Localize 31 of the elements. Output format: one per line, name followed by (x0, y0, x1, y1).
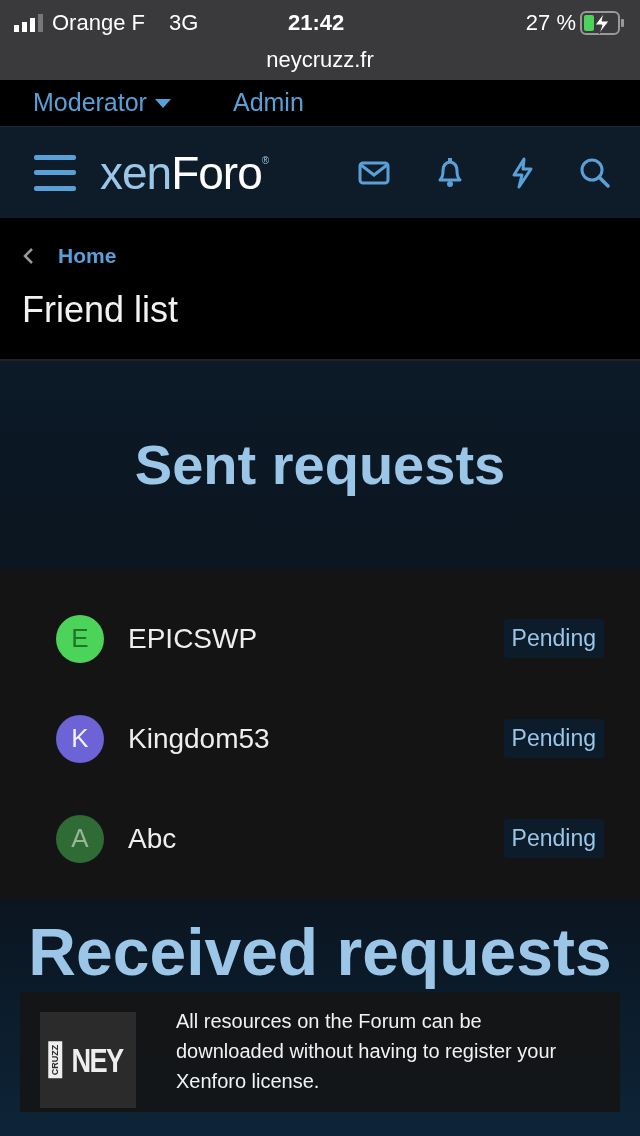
status-label: Pending (503, 819, 604, 858)
brand-logo: CRUZZ NEY (40, 1012, 136, 1108)
envelope-icon[interactable] (358, 160, 390, 185)
username-link[interactable]: Abc (128, 817, 177, 860)
status-label: Pending (503, 719, 604, 758)
site-logo[interactable]: xenForo® (100, 149, 269, 196)
carrier-name: Orange F (52, 9, 145, 37)
search-icon[interactable] (580, 157, 610, 188)
breadcrumb-link[interactable]: Home (58, 240, 117, 272)
section-heading: Received requests (27, 913, 613, 991)
caret-icon[interactable] (154, 98, 171, 108)
nav-link[interactable]: Admin (232, 84, 304, 122)
status-label: Pending (503, 619, 604, 658)
section-heading: Sent requests (134, 432, 506, 499)
avatar: K (56, 714, 104, 763)
menu-icon[interactable] (34, 154, 76, 191)
bell-icon[interactable] (436, 157, 464, 188)
username-link[interactable]: Kingdom53 (128, 717, 270, 760)
battery-percent: 27 % (525, 9, 576, 37)
lightning-icon[interactable] (510, 156, 534, 189)
nav-link[interactable]: Moderator (33, 84, 147, 122)
avatar: E (56, 614, 104, 663)
back-chevron-icon[interactable] (22, 246, 34, 265)
page-title: Friend list (22, 287, 180, 331)
clock: 21:42 (288, 9, 345, 37)
avatar: A (56, 814, 104, 863)
network-type: 3G (168, 9, 199, 37)
username-link[interactable]: EPICSWP (128, 617, 258, 660)
signal-icon (14, 13, 44, 32)
url-text: neycruzz.fr (265, 46, 375, 74)
notice-text: All resources on the Forum can be downloaded without having to register your Xenforo license. (176, 1009, 558, 1094)
